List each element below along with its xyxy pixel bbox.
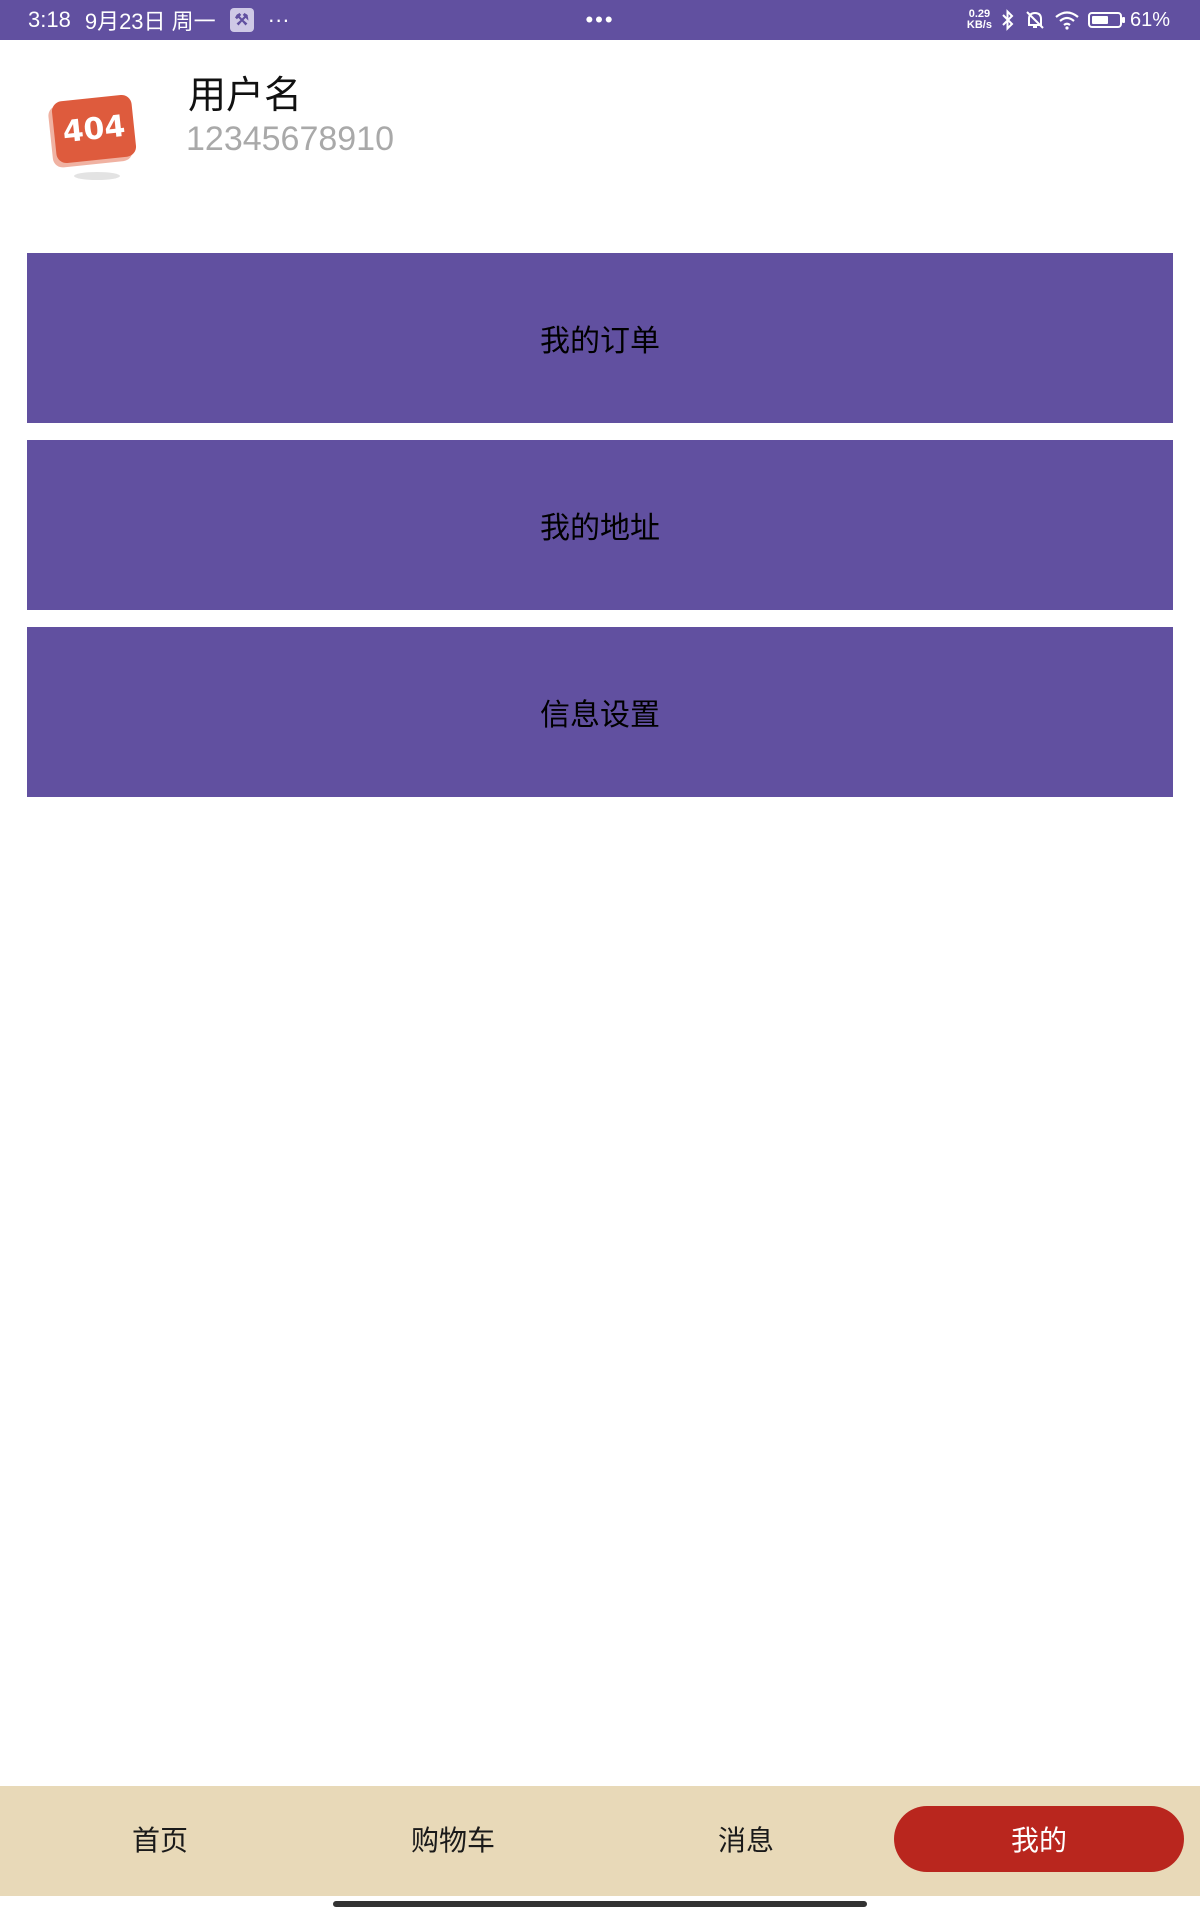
nav-tab-cart[interactable]: 购物车 <box>308 1806 598 1872</box>
menu-list: 我的订单 我的地址 信息设置 <box>27 253 1173 814</box>
phone-number: 12345678910 <box>186 120 395 158</box>
net-speed-unit: KB/s <box>966 19 992 31</box>
avatar[interactable]: 404 <box>48 92 140 184</box>
avatar-text: 404 <box>61 108 127 150</box>
status-right: 0.29 KB/s 61% <box>967 0 1170 40</box>
home-indicator[interactable] <box>333 1901 867 1907</box>
battery-percent: 61% <box>1129 8 1170 31</box>
info-settings-button[interactable]: 信息设置 <box>27 627 1173 797</box>
status-time: 3:18 <box>28 7 71 32</box>
my-orders-button[interactable]: 我的订单 <box>27 253 1173 423</box>
bluetooth-icon <box>1000 9 1016 31</box>
nav-tab-mine[interactable]: 我的 <box>894 1806 1184 1872</box>
nav-tab-messages[interactable]: 消息 <box>601 1806 891 1872</box>
status-date: 9月23日 周一 <box>84 9 216 34</box>
username: 用户名 <box>188 73 303 117</box>
profile-header: 404 用户名 12345678910 <box>0 40 1200 220</box>
status-bar: 3:18 9月23日 周一 ⚒ ··· ••• 0.29 KB/s 61% <box>0 0 1200 40</box>
battery-icon <box>1087 12 1125 28</box>
bottom-nav: 首页 购物车 消息 我的 <box>0 1786 1200 1896</box>
avatar-image: 404 <box>50 93 138 165</box>
my-address-button[interactable]: 我的地址 <box>27 440 1173 610</box>
multitask-dots[interactable]: ••• <box>580 0 620 40</box>
wifi-icon <box>1054 10 1080 30</box>
wrench-icon: ⚒ <box>229 8 254 32</box>
avatar-shadow <box>74 172 120 180</box>
battery-fill <box>1091 16 1108 24</box>
nav-tab-home[interactable]: 首页 <box>15 1806 305 1872</box>
status-left: 3:18 9月23日 周一 ⚒ ··· <box>28 0 290 40</box>
net-speed: 0.29 KB/s <box>967 9 992 31</box>
status-more: ··· <box>267 7 290 32</box>
bell-off-icon <box>1024 9 1046 31</box>
